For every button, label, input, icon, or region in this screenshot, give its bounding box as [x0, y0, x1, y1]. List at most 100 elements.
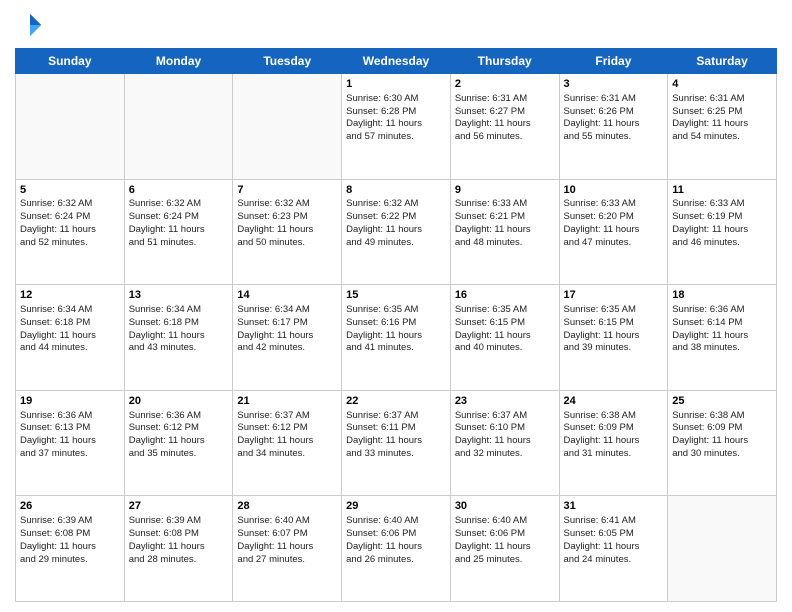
day-info-27: Sunrise: 6:39 AM Sunset: 6:08 PM Dayligh… — [129, 515, 229, 566]
day-info-23: Sunrise: 6:37 AM Sunset: 6:10 PM Dayligh… — [455, 410, 555, 461]
col-thursday: Thursday — [450, 49, 559, 74]
day-info-25: Sunrise: 6:38 AM Sunset: 6:09 PM Dayligh… — [672, 410, 772, 461]
cell-w0-d1 — [124, 74, 233, 180]
day-number-25: 25 — [672, 394, 772, 409]
day-info-5: Sunrise: 6:32 AM Sunset: 6:24 PM Dayligh… — [20, 198, 120, 249]
day-info-17: Sunrise: 6:35 AM Sunset: 6:15 PM Dayligh… — [564, 304, 664, 355]
header-row: Sunday Monday Tuesday Wednesday Thursday… — [16, 49, 777, 74]
day-info-13: Sunrise: 6:34 AM Sunset: 6:18 PM Dayligh… — [129, 304, 229, 355]
cell-w0-d6: 4Sunrise: 6:31 AM Sunset: 6:25 PM Daylig… — [668, 74, 777, 180]
cell-w2-d2: 14Sunrise: 6:34 AM Sunset: 6:17 PM Dayli… — [233, 285, 342, 391]
day-info-15: Sunrise: 6:35 AM Sunset: 6:16 PM Dayligh… — [346, 304, 446, 355]
week-row-3: 19Sunrise: 6:36 AM Sunset: 6:13 PM Dayli… — [16, 390, 777, 496]
day-info-14: Sunrise: 6:34 AM Sunset: 6:17 PM Dayligh… — [237, 304, 337, 355]
day-info-4: Sunrise: 6:31 AM Sunset: 6:25 PM Dayligh… — [672, 93, 772, 144]
day-number-16: 16 — [455, 288, 555, 303]
day-info-6: Sunrise: 6:32 AM Sunset: 6:24 PM Dayligh… — [129, 198, 229, 249]
day-number-21: 21 — [237, 394, 337, 409]
day-info-1: Sunrise: 6:30 AM Sunset: 6:28 PM Dayligh… — [346, 93, 446, 144]
day-info-2: Sunrise: 6:31 AM Sunset: 6:27 PM Dayligh… — [455, 93, 555, 144]
cell-w3-d5: 24Sunrise: 6:38 AM Sunset: 6:09 PM Dayli… — [559, 390, 668, 496]
day-info-19: Sunrise: 6:36 AM Sunset: 6:13 PM Dayligh… — [20, 410, 120, 461]
cell-w4-d0: 26Sunrise: 6:39 AM Sunset: 6:08 PM Dayli… — [16, 496, 125, 602]
day-number-27: 27 — [129, 499, 229, 514]
cell-w0-d4: 2Sunrise: 6:31 AM Sunset: 6:27 PM Daylig… — [450, 74, 559, 180]
day-info-11: Sunrise: 6:33 AM Sunset: 6:19 PM Dayligh… — [672, 198, 772, 249]
cell-w2-d1: 13Sunrise: 6:34 AM Sunset: 6:18 PM Dayli… — [124, 285, 233, 391]
day-number-29: 29 — [346, 499, 446, 514]
day-number-18: 18 — [672, 288, 772, 303]
day-info-12: Sunrise: 6:34 AM Sunset: 6:18 PM Dayligh… — [20, 304, 120, 355]
day-info-29: Sunrise: 6:40 AM Sunset: 6:06 PM Dayligh… — [346, 515, 446, 566]
cell-w1-d5: 10Sunrise: 6:33 AM Sunset: 6:20 PM Dayli… — [559, 179, 668, 285]
day-info-22: Sunrise: 6:37 AM Sunset: 6:11 PM Dayligh… — [346, 410, 446, 461]
cell-w3-d3: 22Sunrise: 6:37 AM Sunset: 6:11 PM Dayli… — [342, 390, 451, 496]
logo-icon — [15, 10, 45, 40]
day-number-8: 8 — [346, 183, 446, 198]
day-number-3: 3 — [564, 77, 664, 92]
day-info-8: Sunrise: 6:32 AM Sunset: 6:22 PM Dayligh… — [346, 198, 446, 249]
calendar-body: 1Sunrise: 6:30 AM Sunset: 6:28 PM Daylig… — [16, 74, 777, 602]
day-number-2: 2 — [455, 77, 555, 92]
day-info-18: Sunrise: 6:36 AM Sunset: 6:14 PM Dayligh… — [672, 304, 772, 355]
cell-w4-d3: 29Sunrise: 6:40 AM Sunset: 6:06 PM Dayli… — [342, 496, 451, 602]
day-number-19: 19 — [20, 394, 120, 409]
day-number-14: 14 — [237, 288, 337, 303]
day-info-9: Sunrise: 6:33 AM Sunset: 6:21 PM Dayligh… — [455, 198, 555, 249]
cell-w3-d6: 25Sunrise: 6:38 AM Sunset: 6:09 PM Dayli… — [668, 390, 777, 496]
day-number-9: 9 — [455, 183, 555, 198]
day-number-30: 30 — [455, 499, 555, 514]
col-wednesday: Wednesday — [342, 49, 451, 74]
day-number-12: 12 — [20, 288, 120, 303]
cell-w0-d3: 1Sunrise: 6:30 AM Sunset: 6:28 PM Daylig… — [342, 74, 451, 180]
day-number-26: 26 — [20, 499, 120, 514]
day-number-4: 4 — [672, 77, 772, 92]
day-info-30: Sunrise: 6:40 AM Sunset: 6:06 PM Dayligh… — [455, 515, 555, 566]
day-number-22: 22 — [346, 394, 446, 409]
day-info-20: Sunrise: 6:36 AM Sunset: 6:12 PM Dayligh… — [129, 410, 229, 461]
day-number-31: 31 — [564, 499, 664, 514]
cell-w1-d0: 5Sunrise: 6:32 AM Sunset: 6:24 PM Daylig… — [16, 179, 125, 285]
day-info-28: Sunrise: 6:40 AM Sunset: 6:07 PM Dayligh… — [237, 515, 337, 566]
cell-w2-d3: 15Sunrise: 6:35 AM Sunset: 6:16 PM Dayli… — [342, 285, 451, 391]
cell-w4-d2: 28Sunrise: 6:40 AM Sunset: 6:07 PM Dayli… — [233, 496, 342, 602]
week-row-4: 26 Sunrise: 6:39 AM Sunset: 6:08 PM Dayli… — [16, 496, 777, 602]
day-number-11: 11 — [672, 183, 772, 198]
cell-w3-d4: 23Sunrise: 6:37 AM Sunset: 6:10 PM Dayli… — [450, 390, 559, 496]
day-info-3: Sunrise: 6:31 AM Sunset: 6:26 PM Dayligh… — [564, 93, 664, 144]
day-info-31: Sunrise: 6:41 AM Sunset: 6:05 PM Dayligh… — [564, 515, 664, 566]
cell-w0-d5: 3Sunrise: 6:31 AM Sunset: 6:26 PM Daylig… — [559, 74, 668, 180]
cell-w0-d0 — [16, 74, 125, 180]
day-info-21: Sunrise: 6:37 AM Sunset: 6:12 PM Dayligh… — [237, 410, 337, 461]
cell-w3-d2: 21Sunrise: 6:37 AM Sunset: 6:12 PM Dayli… — [233, 390, 342, 496]
col-tuesday: Tuesday — [233, 49, 342, 74]
cell-w1-d3: 8Sunrise: 6:32 AM Sunset: 6:22 PM Daylig… — [342, 179, 451, 285]
cell-w2-d4: 16Sunrise: 6:35 AM Sunset: 6:15 PM Dayli… — [450, 285, 559, 391]
page: Sunday Monday Tuesday Wednesday Thursday… — [0, 0, 792, 612]
week-row-1: 5Sunrise: 6:32 AM Sunset: 6:24 PM Daylig… — [16, 179, 777, 285]
col-sunday: Sunday — [16, 49, 125, 74]
day-info-24: Sunrise: 6:38 AM Sunset: 6:09 PM Dayligh… — [564, 410, 664, 461]
cell-w3-d0: 19Sunrise: 6:36 AM Sunset: 6:13 PM Dayli… — [16, 390, 125, 496]
cell-w0-d2 — [233, 74, 342, 180]
day-number-24: 24 — [564, 394, 664, 409]
week-row-0: 1Sunrise: 6:30 AM Sunset: 6:28 PM Daylig… — [16, 74, 777, 180]
day-info-10: Sunrise: 6:33 AM Sunset: 6:20 PM Dayligh… — [564, 198, 664, 249]
cell-w2-d0: 12Sunrise: 6:34 AM Sunset: 6:18 PM Dayli… — [16, 285, 125, 391]
cell-w3-d1: 20Sunrise: 6:36 AM Sunset: 6:12 PM Dayli… — [124, 390, 233, 496]
cell-w1-d6: 11Sunrise: 6:33 AM Sunset: 6:19 PM Dayli… — [668, 179, 777, 285]
day-info-7: Sunrise: 6:32 AM Sunset: 6:23 PM Dayligh… — [237, 198, 337, 249]
col-saturday: Saturday — [668, 49, 777, 74]
col-monday: Monday — [124, 49, 233, 74]
col-friday: Friday — [559, 49, 668, 74]
logo — [15, 10, 49, 40]
header — [15, 10, 777, 40]
day-number-7: 7 — [237, 183, 337, 198]
cell-w1-d4: 9Sunrise: 6:33 AM Sunset: 6:21 PM Daylig… — [450, 179, 559, 285]
week-row-2: 12Sunrise: 6:34 AM Sunset: 6:18 PM Dayli… — [16, 285, 777, 391]
day-number-20: 20 — [129, 394, 229, 409]
day-number-28: 28 — [237, 499, 337, 514]
day-number-17: 17 — [564, 288, 664, 303]
day-number-1: 1 — [346, 77, 446, 92]
calendar-header: Sunday Monday Tuesday Wednesday Thursday… — [16, 49, 777, 74]
